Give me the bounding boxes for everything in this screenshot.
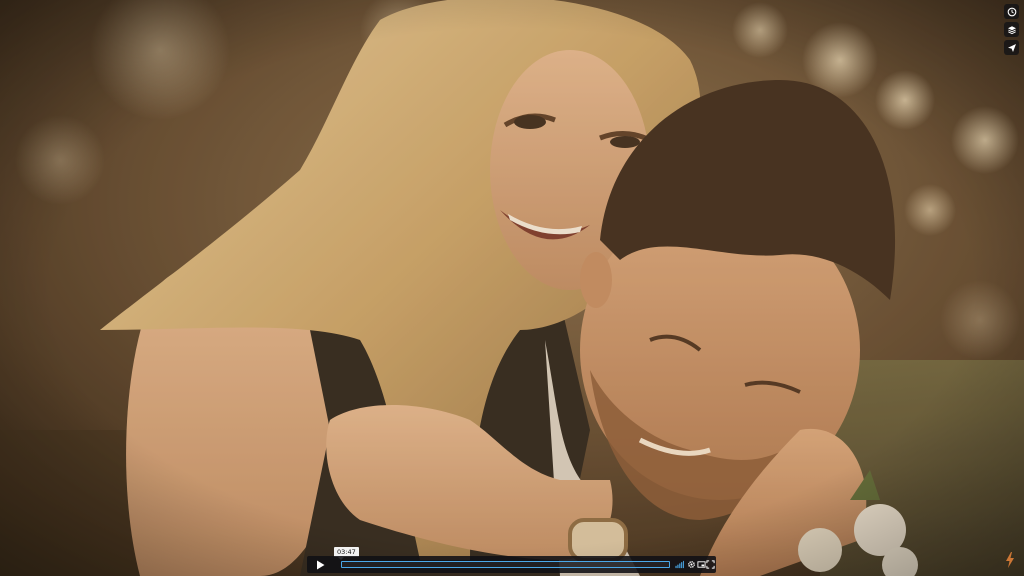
send-icon [1007,43,1016,52]
volume-button[interactable] [674,559,684,569]
control-bar [307,556,716,573]
clock-icon [1007,7,1016,16]
bolt-icon [1006,552,1014,568]
fullscreen-button[interactable] [705,559,715,569]
watch-later-button[interactable] [1004,4,1019,19]
share-button[interactable] [1004,40,1019,55]
side-actions [1004,4,1019,55]
play-button[interactable] [311,556,329,573]
settings-button[interactable] [686,559,696,569]
collections-button[interactable] [1004,22,1019,37]
volume-icon [674,560,684,568]
play-icon [316,560,324,569]
gear-icon [687,560,695,568]
fullscreen-icon [705,559,715,569]
video-frame[interactable] [0,0,1024,576]
progress-bar[interactable] [341,561,670,568]
video-player[interactable]: 03:47 [0,0,1024,576]
layers-icon [1007,25,1016,34]
